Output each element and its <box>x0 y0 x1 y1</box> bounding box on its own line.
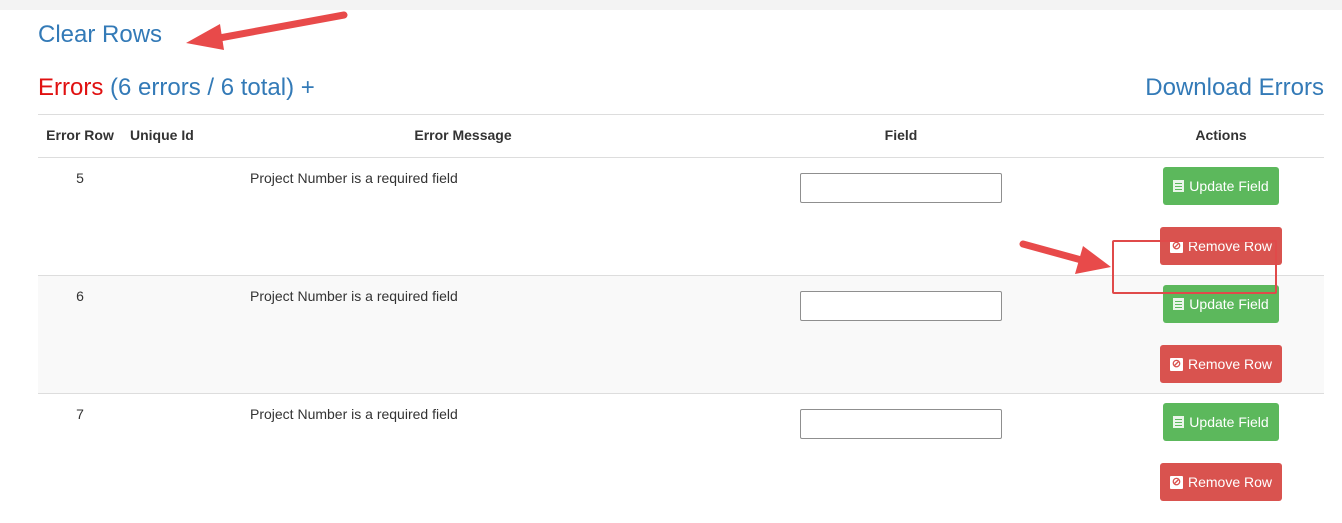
document-icon <box>1173 180 1185 192</box>
actions-cell: Update Field ⊘ Remove Row <box>1118 157 1324 276</box>
error-row-number: 5 <box>38 157 122 276</box>
errors-table: Error Row Unique Id Error Message Field … <box>38 114 1324 512</box>
remove-row-label: Remove Row <box>1187 474 1273 490</box>
update-field-button[interactable]: Update Field <box>1163 285 1279 323</box>
errors-summary-toggle[interactable]: (6 errors / 6 total) + <box>110 74 315 101</box>
ban-icon: ⊘ <box>1169 357 1183 371</box>
header-field: Field <box>684 114 1118 158</box>
error-message-cell: Project Number is a required field <box>242 157 684 276</box>
ban-icon: ⊘ <box>1169 239 1183 253</box>
update-field-button[interactable]: Update Field <box>1163 403 1279 441</box>
field-input[interactable] <box>800 409 1002 439</box>
field-cell <box>684 393 1118 512</box>
field-cell <box>684 275 1118 394</box>
table-header-row: Error Row Unique Id Error Message Field … <box>38 114 1324 158</box>
table-row: 5 Project Number is a required field Upd… <box>38 157 1324 276</box>
ban-icon: ⊘ <box>1169 475 1183 489</box>
error-row-number: 7 <box>38 393 122 512</box>
field-cell <box>684 157 1118 276</box>
remove-row-button[interactable]: ⊘ Remove Row <box>1159 345 1283 383</box>
download-errors-link[interactable]: Download Errors <box>1145 73 1324 103</box>
error-message-cell: Project Number is a required field <box>242 275 684 394</box>
unique-id-cell <box>122 157 242 276</box>
errors-label: Errors <box>38 74 104 101</box>
header-error-row: Error Row <box>38 114 122 158</box>
remove-row-label: Remove Row <box>1187 356 1273 372</box>
update-field-button[interactable]: Update Field <box>1163 167 1279 205</box>
unique-id-cell <box>122 275 242 394</box>
remove-row-label: Remove Row <box>1187 238 1273 254</box>
errors-heading: Errors (6 errors / 6 total) + <box>38 73 315 103</box>
actions-cell: Update Field ⊘ Remove Row <box>1118 393 1324 512</box>
update-field-label: Update Field <box>1189 296 1269 312</box>
actions-cell: Update Field ⊘ Remove Row <box>1118 275 1324 394</box>
document-icon <box>1173 416 1185 428</box>
annotation-arrow-clear-rows <box>186 11 348 50</box>
document-icon <box>1173 298 1185 310</box>
remove-row-button[interactable]: ⊘ Remove Row <box>1159 463 1283 501</box>
table-row: 7 Project Number is a required field Upd… <box>38 393 1324 512</box>
field-input[interactable] <box>800 291 1002 321</box>
remove-row-button[interactable]: ⊘ Remove Row <box>1159 227 1283 265</box>
top-strip <box>0 0 1342 10</box>
table-row: 6 Project Number is a required field Upd… <box>38 275 1324 394</box>
header-error-message: Error Message <box>242 114 684 158</box>
header-unique-id: Unique Id <box>122 114 242 158</box>
header-actions: Actions <box>1118 114 1324 158</box>
update-field-label: Update Field <box>1189 414 1269 430</box>
clear-rows-link[interactable]: Clear Rows <box>38 20 162 50</box>
update-field-label: Update Field <box>1189 178 1269 194</box>
unique-id-cell <box>122 393 242 512</box>
field-input[interactable] <box>800 173 1002 203</box>
error-message-cell: Project Number is a required field <box>242 393 684 512</box>
error-row-number: 6 <box>38 275 122 394</box>
